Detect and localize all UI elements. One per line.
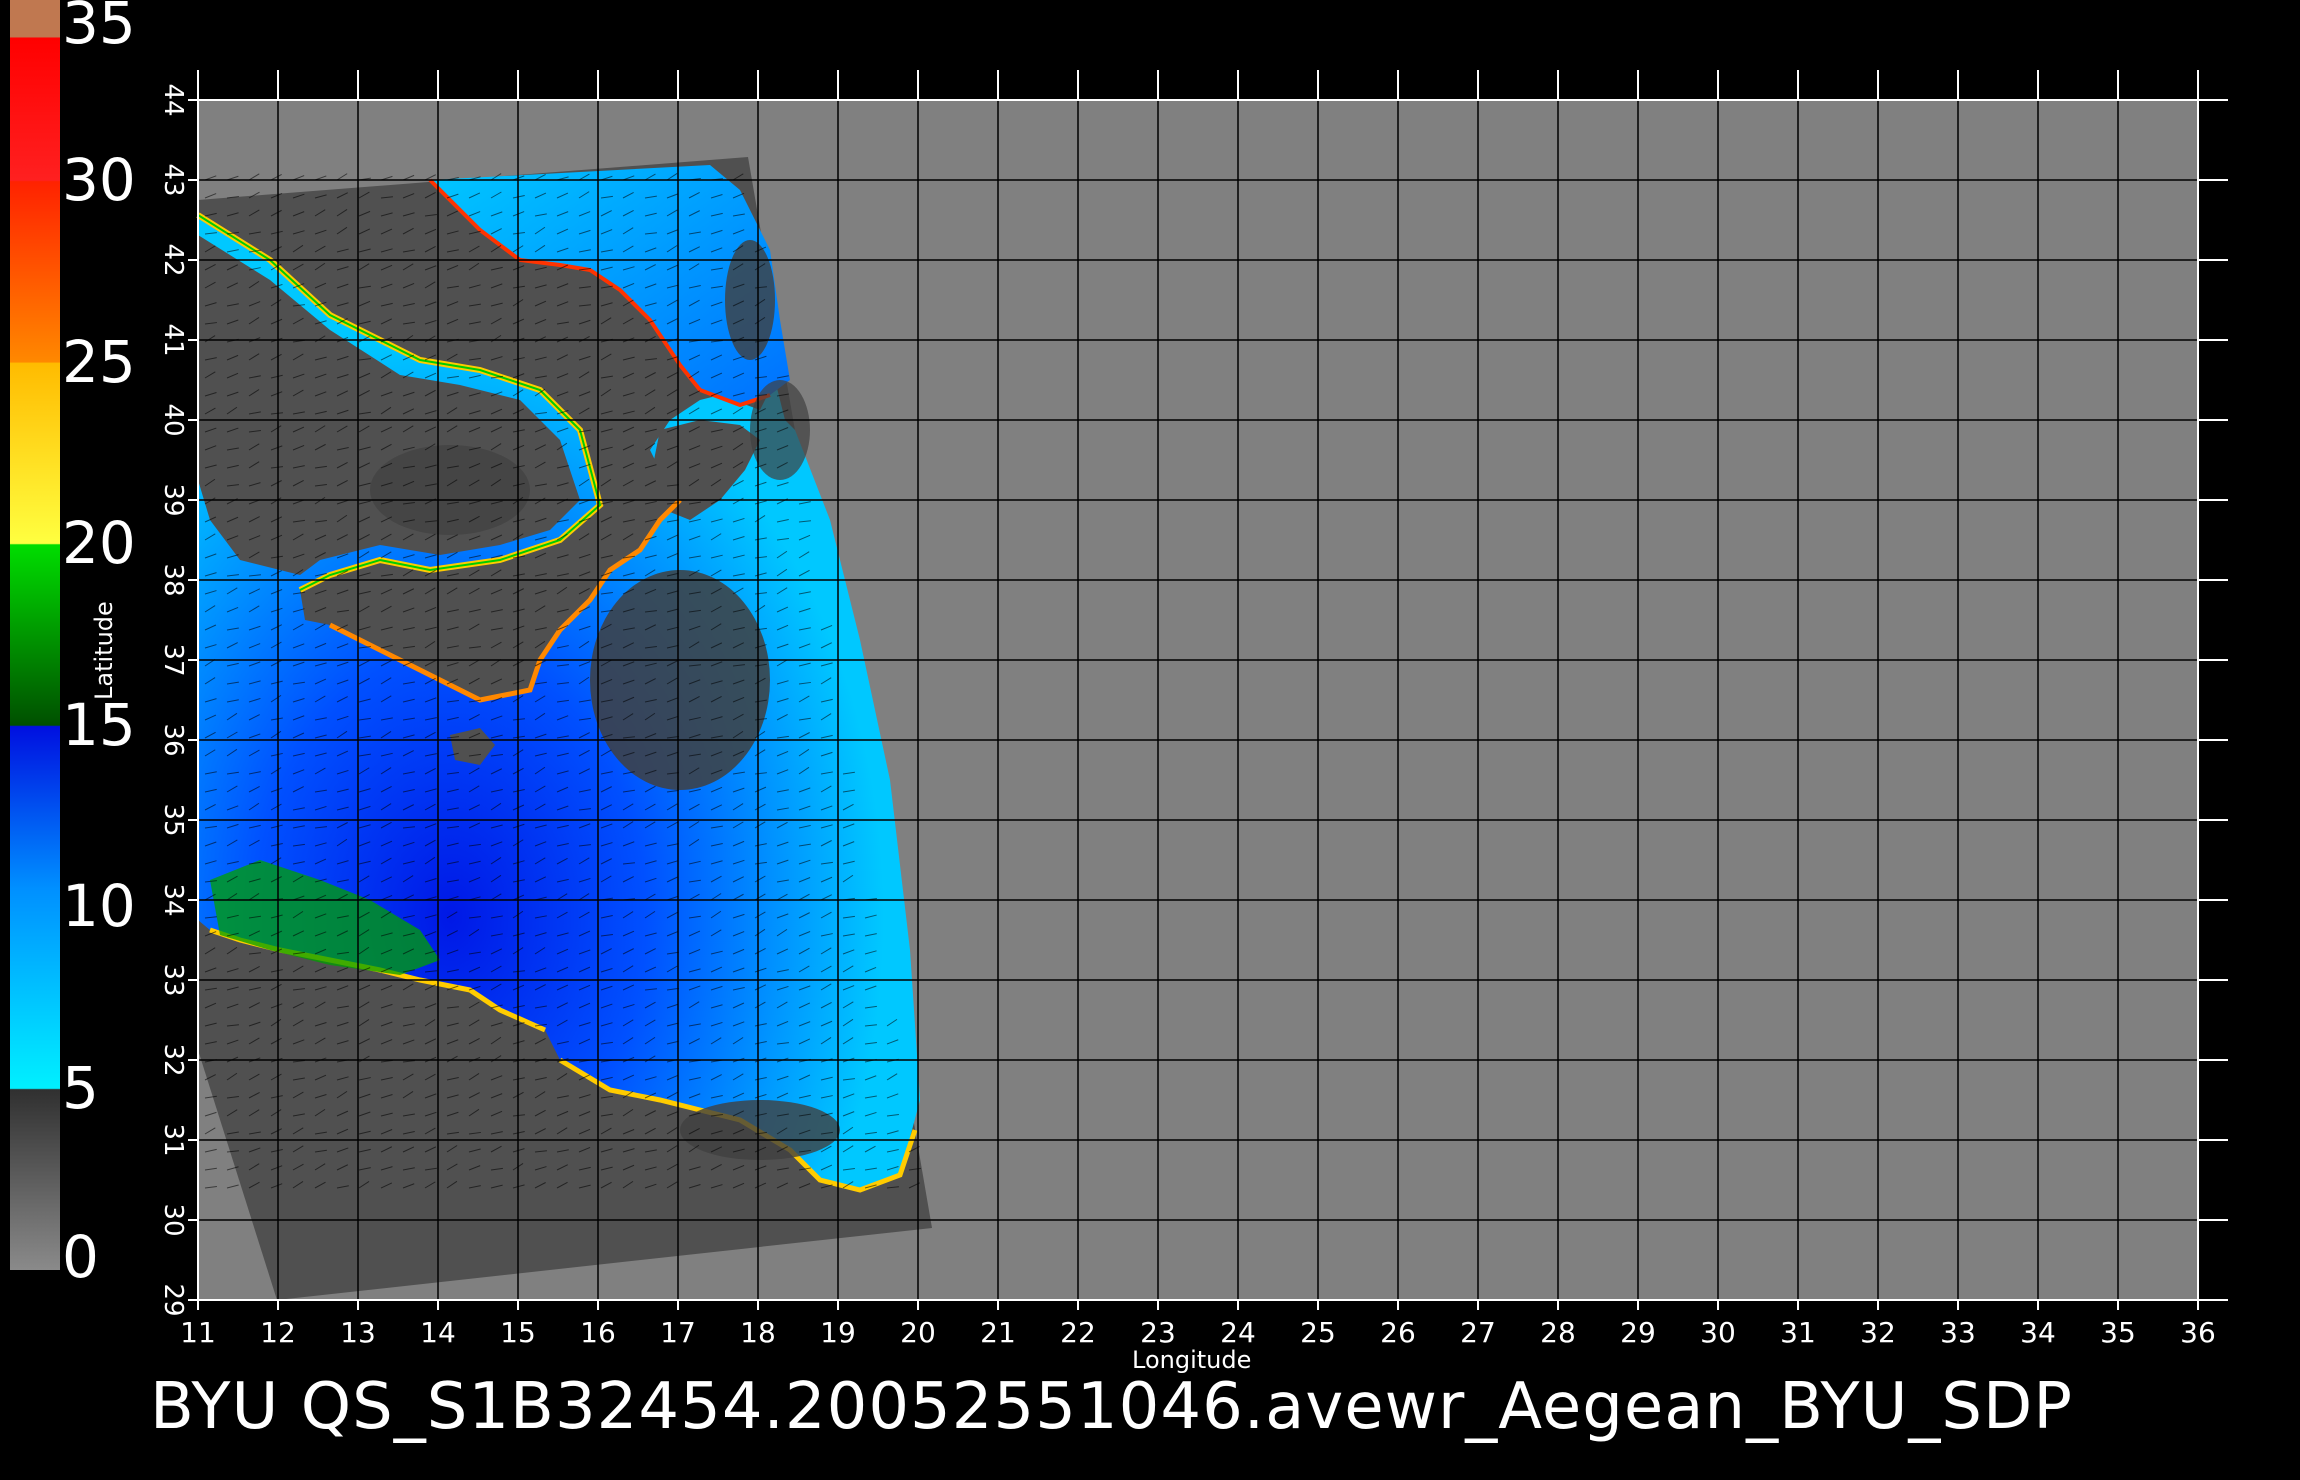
low-wind-patch-5 xyxy=(750,380,810,480)
y-tick-label-41: 41 xyxy=(158,323,188,356)
x-tick-label-17: 17 xyxy=(660,1316,696,1349)
x-tick-label-22: 22 xyxy=(1060,1316,1096,1349)
x-tick-label-30: 30 xyxy=(1700,1316,1736,1349)
y-tick-label-29: 29 xyxy=(158,1283,188,1316)
longitude-ticks: 11 12 13 14 15 16 17 18 19 20 21 22 23 24 25 26 27 28 29 30… xyxy=(180,1316,2216,1349)
y-tick-label-34: 34 xyxy=(158,883,188,916)
map-figure: 11 12 13 14 15 16 17 18 19 20 21 22 23 24 25 26 27 28 29 30… xyxy=(10,0,2228,1349)
x-tick-label-34: 34 xyxy=(2020,1316,2056,1349)
x-tick-label-19: 19 xyxy=(820,1316,856,1349)
latitude-ticks: 29 30 31 32 33 34 35 36 37 38 39 40 41 42 43 44 xyxy=(158,83,188,1316)
colorbar-label-35: 35 xyxy=(62,0,136,57)
y-tick-label-44: 44 xyxy=(158,83,188,116)
x-tick-label-28: 28 xyxy=(1540,1316,1576,1349)
y-tick-label-37: 37 xyxy=(158,643,188,676)
y-tick-label-42: 42 xyxy=(158,243,188,276)
colorbar-label-10: 10 xyxy=(62,872,136,941)
y-tick-label-31: 31 xyxy=(158,1123,188,1156)
x-tick-label-32: 32 xyxy=(1860,1316,1896,1349)
x-tick-label-14: 14 xyxy=(420,1316,456,1349)
y-tick-label-43: 43 xyxy=(158,163,188,196)
y-tick-label-38: 38 xyxy=(158,563,188,596)
x-tick-label-31: 31 xyxy=(1780,1316,1816,1349)
x-tick-label-11: 11 xyxy=(180,1316,216,1349)
colorbar-label-30: 30 xyxy=(62,146,136,215)
x-tick-label-35: 35 xyxy=(2100,1316,2136,1349)
y-tick-label-33: 33 xyxy=(158,963,188,996)
colorbar-label-5: 5 xyxy=(62,1053,99,1122)
y-tick-label-36: 36 xyxy=(158,723,188,756)
y-tick-label-32: 32 xyxy=(158,1043,188,1076)
x-tick-label-21: 21 xyxy=(980,1316,1016,1349)
y-tick-label-39: 39 xyxy=(158,483,188,516)
y-tick-label-40: 40 xyxy=(158,403,188,436)
x-tick-label-12: 12 xyxy=(260,1316,296,1349)
x-tick-label-13: 13 xyxy=(340,1316,376,1349)
x-tick-label-15: 15 xyxy=(500,1316,536,1349)
x-tick-label-36: 36 xyxy=(2180,1316,2216,1349)
x-tick-label-23: 23 xyxy=(1140,1316,1176,1349)
low-wind-patch-3 xyxy=(680,1100,840,1160)
x-tick-label-29: 29 xyxy=(1620,1316,1656,1349)
y-tick-label-35: 35 xyxy=(158,803,188,836)
low-wind-patch-4 xyxy=(725,240,775,360)
x-tick-label-16: 16 xyxy=(580,1316,616,1349)
x-tick-label-18: 18 xyxy=(740,1316,776,1349)
footer-title: BYU QS_S1B32454.20052551046.avewr_Aegean… xyxy=(150,1370,2073,1444)
x-tick-label-27: 27 xyxy=(1460,1316,1496,1349)
x-tick-label-20: 20 xyxy=(900,1316,936,1349)
y-tick-label-30: 30 xyxy=(158,1203,188,1236)
colorbar-label-25: 25 xyxy=(62,327,136,396)
colorbar-label-20: 20 xyxy=(62,509,136,578)
colorbar xyxy=(10,0,60,1270)
x-tick-label-33: 33 xyxy=(1940,1316,1976,1349)
x-tick-label-24: 24 xyxy=(1220,1316,1256,1349)
x-tick-label-26: 26 xyxy=(1380,1316,1416,1349)
colorbar-label-0: 0 xyxy=(62,1223,99,1291)
colorbar-gradient xyxy=(10,0,60,1270)
x-tick-label-25: 25 xyxy=(1300,1316,1336,1349)
y-axis-title: Latitude xyxy=(90,601,118,700)
colorbar-label-15: 15 xyxy=(62,690,136,759)
